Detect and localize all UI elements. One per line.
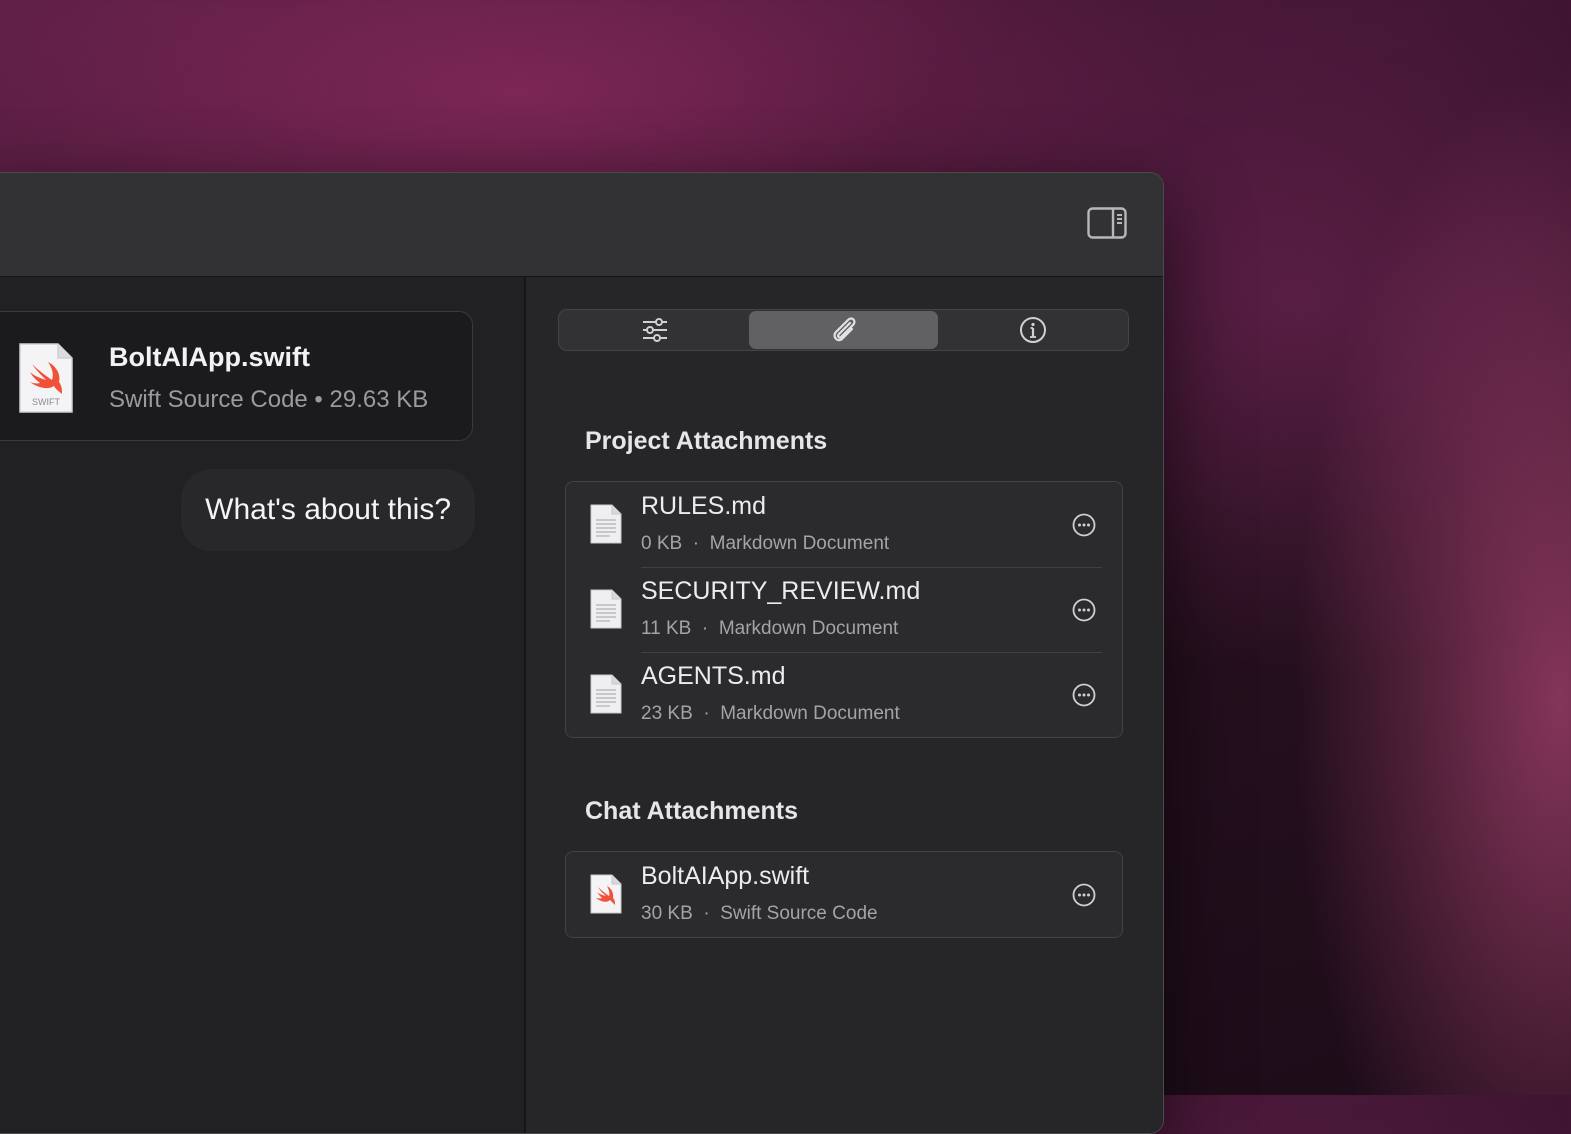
file-size: 30 KB <box>641 903 693 924</box>
more-options-icon[interactable] <box>1072 883 1096 907</box>
attachment-file-name: BoltAIApp.swift <box>109 342 310 372</box>
file-name: AGENTS.md <box>641 662 786 690</box>
tab-info[interactable] <box>938 311 1127 349</box>
file-name: BoltAIApp.swift <box>641 862 810 890</box>
markdown-file-icon <box>590 504 622 544</box>
list-item[interactable]: RULES.md 0 KB · Markdown Document <box>566 482 1122 567</box>
titlebar <box>0 173 1163 277</box>
file-meta: 23 KB · Markdown Document <box>641 703 900 724</box>
markdown-file-icon <box>590 674 622 714</box>
project-attachments-title: Project Attachments <box>585 427 828 455</box>
file-meta: 11 KB · Markdown Document <box>641 618 899 639</box>
chat-pane: SWIFT BoltAIApp.swift Swift Source Code … <box>0 277 526 1133</box>
chat-attachments-list: BoltAIApp.swift 30 KB · Swift Source Cod… <box>565 851 1123 938</box>
paperclip-icon <box>832 317 856 342</box>
swift-file-icon <box>590 874 622 914</box>
list-item[interactable]: AGENTS.md 23 KB · Markdown Document <box>566 652 1122 737</box>
app-window: SWIFT BoltAIApp.swift Swift Source Code … <box>0 172 1164 1134</box>
info-icon <box>1019 317 1046 343</box>
sliders-icon <box>642 318 667 342</box>
chat-attachments-title: Chat Attachments <box>585 797 798 825</box>
more-options-icon[interactable] <box>1072 598 1096 622</box>
file-meta: 0 KB · Markdown Document <box>641 533 890 554</box>
toggle-inspector-button[interactable] <box>1087 207 1127 239</box>
file-name: RULES.md <box>641 492 767 520</box>
file-type: Markdown Document <box>718 618 899 639</box>
file-name: SECURITY_REVIEW.md <box>641 577 921 605</box>
file-type: Markdown Document <box>720 703 900 724</box>
swift-label: SWIFT <box>32 397 60 407</box>
project-attachments-list: RULES.md 0 KB · Markdown Document SECURI… <box>565 481 1123 738</box>
file-size: 23 KB <box>641 703 693 724</box>
list-item[interactable]: BoltAIApp.swift 30 KB · Swift Source Cod… <box>566 852 1122 937</box>
file-type: Markdown Document <box>709 533 890 554</box>
attachment-file-meta: Swift Source Code • 29.63 KB <box>109 386 429 413</box>
sidebar-right-icon <box>1087 207 1127 239</box>
file-type: Swift Source Code <box>720 903 878 924</box>
more-options-icon[interactable] <box>1072 683 1096 707</box>
list-item[interactable]: SECURITY_REVIEW.md 11 KB · Markdown Docu… <box>566 567 1122 652</box>
tab-attachments[interactable] <box>749 311 938 349</box>
file-size: 11 KB <box>641 618 692 639</box>
inspector-pane: Project Attachments RULES.md 0 KB · Mark… <box>526 277 1163 1133</box>
user-message-bubble: What's about this? <box>181 469 475 551</box>
swift-file-icon: SWIFT <box>19 343 73 413</box>
tab-settings[interactable] <box>560 311 749 349</box>
inspector-tabs <box>558 309 1129 351</box>
file-size: 0 KB <box>641 533 683 554</box>
markdown-file-icon <box>590 589 622 629</box>
more-options-icon[interactable] <box>1072 513 1096 537</box>
file-meta: 30 KB · Swift Source Code <box>641 903 878 924</box>
attachment-card[interactable]: SWIFT BoltAIApp.swift Swift Source Code … <box>0 311 473 441</box>
